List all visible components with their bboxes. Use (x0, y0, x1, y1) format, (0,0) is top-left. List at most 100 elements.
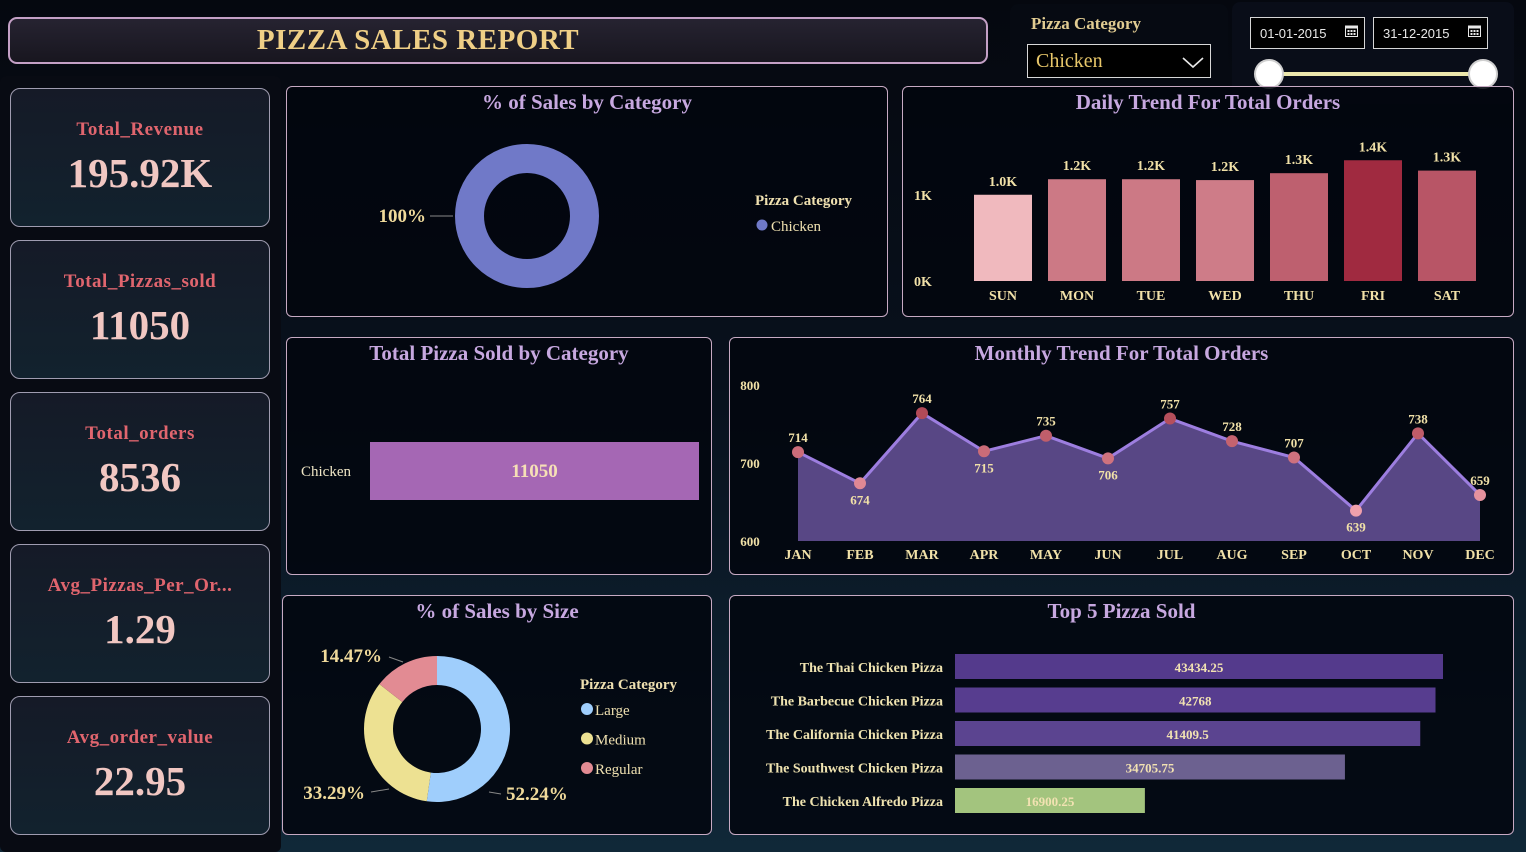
y-tick-label: Chicken (301, 464, 351, 480)
kpi-value: 8536 (99, 454, 181, 500)
data-point (792, 446, 804, 459)
bar (974, 194, 1032, 281)
y-tick-label: 1K (914, 189, 932, 204)
kpi-value: 22.95 (93, 758, 187, 804)
data-label: 715 (974, 460, 994, 475)
data-label: 33.29% (303, 783, 365, 804)
end-date-value: 31-12-2015 (1383, 26, 1450, 41)
data-label: 1.2K (1211, 160, 1240, 175)
data-label: 100% (379, 206, 427, 227)
x-tick-label: FRI (1361, 289, 1385, 304)
bar (1344, 160, 1402, 281)
chevron-down-icon (1182, 57, 1204, 69)
pizza-sold-by-category-card[interactable]: Total Pizza Sold by Category 11050 Chicke… (286, 337, 712, 575)
kpi-card-total-revenue: Total_Revenue 195.92K (10, 88, 270, 227)
monthly-trend-card[interactable]: Monthly Trend For Total Orders 600 700 800… (729, 337, 1514, 575)
kpi-card-avg-order-value: Avg_order_value 22.95 (10, 696, 270, 835)
data-point (1412, 427, 1424, 440)
kpi-label: Total_Pizzas_sold (63, 271, 217, 292)
data-label: 1.2K (1063, 159, 1092, 174)
legend-swatch (581, 732, 593, 745)
data-point (1226, 435, 1238, 448)
y-tick-label: 0K (914, 275, 932, 290)
sales-by-category-card[interactable]: % of Sales by Category 100% Pizza Categor… (286, 86, 888, 317)
x-tick-label: JUN (1094, 548, 1121, 563)
kpi-card-total-pizzas-sold: Total_Pizzas_sold 11050 (10, 240, 270, 379)
calendar-icon[interactable] (1468, 25, 1481, 37)
leader-line (370, 788, 390, 793)
data-label: 11050 (511, 461, 557, 482)
x-tick-label: SUN (989, 289, 1017, 304)
end-date-input[interactable]: 31-12-2015 (1373, 17, 1488, 49)
kpi-card-total-orders: Total_orders 8536 (10, 392, 270, 531)
data-label: 659 (1470, 473, 1490, 488)
daily-trend-chart: 0K 1K 1.0K SUN 1.2K MON 1.2K TUE 1.2K WED 1.3K THU 1… (914, 140, 1476, 304)
date-slider-end-handle[interactable] (1468, 59, 1498, 89)
donut-slice (364, 684, 431, 802)
data-label: 34705.75 (1126, 761, 1175, 776)
bar (1418, 170, 1476, 281)
sales-by-category-chart: 100% Pizza Category Chicken (379, 144, 853, 288)
kpi-value: 1.29 (104, 606, 176, 652)
start-date-input[interactable]: 01-01-2015 (1250, 17, 1365, 49)
start-date-value: 01-01-2015 (1260, 26, 1327, 41)
legend-title: Pizza Category (580, 677, 678, 693)
daily-trend-card[interactable]: Daily Trend For Total Orders 0K 1K 1.0K SUN… (902, 86, 1514, 317)
x-tick-label: DEC (1465, 548, 1495, 563)
category-filter-label: Pizza Category (1031, 14, 1141, 33)
page-title: PIZZA SALES REPORT (256, 24, 580, 56)
data-point (1288, 451, 1300, 464)
donut-slice (455, 144, 599, 288)
data-label: 52.24% (506, 784, 568, 805)
sales-by-size-card[interactable]: % of Sales by Size 52.24% 33.29% 14.47% Piz… (282, 595, 712, 835)
data-label: 1.4K (1359, 140, 1388, 155)
top5-pizza-chart: 43434.25 The Thai Chicken Pizza 42768 The B… (766, 654, 1443, 813)
x-tick-label: APR (970, 548, 1000, 563)
legend-item: Medium (595, 733, 646, 749)
calendar-icon[interactable] (1345, 25, 1358, 37)
legend-item: Large (595, 703, 630, 719)
data-label: 14.47% (320, 646, 382, 667)
data-label: 1.0K (989, 175, 1018, 190)
x-tick-label: SAT (1434, 289, 1461, 304)
x-tick-label: TUE (1137, 289, 1166, 304)
x-tick-label: MAY (1030, 548, 1062, 563)
data-point (916, 407, 928, 420)
donut-slice (426, 656, 510, 802)
data-label: 1.3K (1433, 151, 1462, 166)
data-label: 1.2K (1137, 159, 1166, 174)
kpi-value: 11050 (89, 302, 191, 348)
pizza-sold-by-category-chart: 11050 Chicken (301, 442, 699, 500)
data-label: 43434.25 (1175, 660, 1224, 675)
legend-swatch (756, 219, 768, 231)
leader-line (388, 656, 404, 663)
data-label: 735 (1036, 414, 1056, 429)
monthly-trend-chart: 600 700 800 714 JAN 674 FEB 764 MAR 715 APR 735 MAY 7… (740, 378, 1495, 563)
x-tick-label: JAN (784, 548, 811, 563)
area-fill (798, 413, 1480, 541)
data-point (1102, 452, 1114, 465)
kpi-label: Avg_Pizzas_Per_Or... (47, 575, 233, 596)
bar (1270, 173, 1328, 281)
data-point (1040, 429, 1052, 442)
x-tick-label: MON (1060, 289, 1094, 304)
x-tick-label: OCT (1341, 548, 1372, 563)
top5-pizza-card[interactable]: Top 5 Pizza Sold 43434.25 The Thai Chicke… (729, 595, 1514, 835)
category-dropdown[interactable]: Chicken (1027, 44, 1211, 78)
legend-swatch (581, 762, 593, 774)
y-tick-label: 700 (740, 456, 760, 471)
report-title-bar: PIZZA SALES REPORT (8, 17, 988, 64)
category-dropdown-value: Chicken (1036, 50, 1103, 72)
x-tick-label: FEB (846, 548, 873, 563)
date-slider-start-handle[interactable] (1254, 59, 1284, 89)
kpi-label: Avg_order_value (66, 727, 214, 748)
data-label: 707 (1284, 436, 1304, 451)
date-slider-track[interactable] (1268, 72, 1484, 76)
data-label: 42768 (1179, 694, 1212, 709)
data-point (854, 477, 866, 490)
y-tick-label: The Chicken Alfredo Pizza (783, 795, 943, 810)
legend-title: Pizza Category (755, 193, 853, 209)
legend-item: Chicken (771, 219, 821, 235)
x-tick-label: NOV (1402, 548, 1433, 563)
data-label: 639 (1346, 520, 1366, 535)
